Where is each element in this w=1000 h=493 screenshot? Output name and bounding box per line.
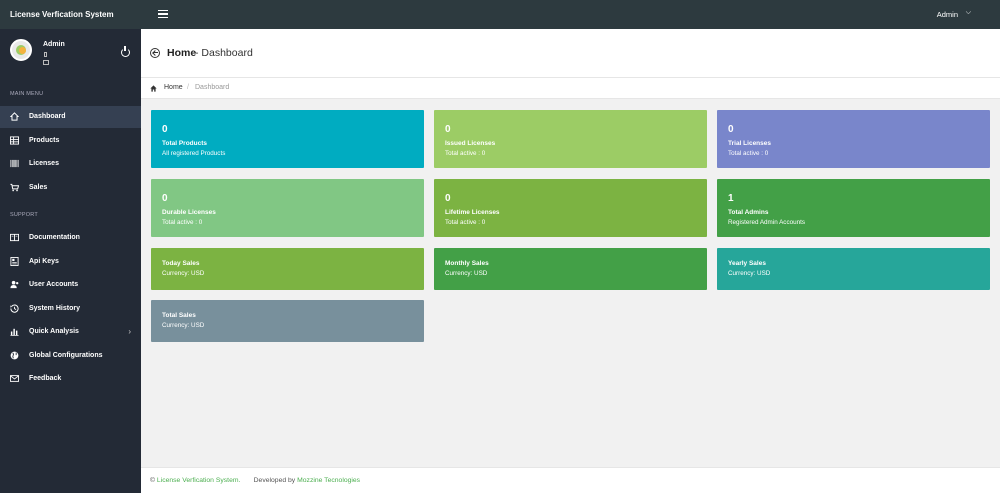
stat-count: 0	[445, 193, 451, 204]
stat-subtext: Total active : 0	[162, 219, 203, 226]
chart-icon	[10, 327, 19, 336]
footer-text: © License Verfication System. Developed …	[150, 477, 360, 484]
stat-count: 0	[162, 124, 168, 135]
menu-toggle-icon[interactable]	[158, 10, 168, 19]
sidebar-item-sales[interactable]: Sales	[0, 177, 141, 199]
app-brand[interactable]: License Verfication System	[10, 10, 114, 19]
chevron-down-icon[interactable]: ⌵	[966, 9, 971, 17]
stat-card-issued-licenses[interactable]: 0 Issued Licenses Total active : 0	[434, 110, 707, 168]
stat-subtext: Total active : 0	[728, 150, 769, 157]
admin-dropdown[interactable]: Admin	[937, 10, 958, 19]
developed-by-label: Developed by	[253, 477, 296, 484]
breadcrumb-separator: /	[187, 84, 189, 91]
sidebar-item-documentation[interactable]: Documentation	[0, 227, 141, 249]
key-card-icon	[10, 256, 19, 266]
globe-icon	[10, 351, 19, 360]
stat-card-lifetime-licenses[interactable]: 0 Lifetime Licenses Total active : 0	[434, 179, 707, 237]
avatar[interactable]	[10, 39, 32, 61]
stat-subtext: Currency: USD	[162, 270, 205, 277]
sidebar-item-quick-analysis[interactable]: Quick Analysis ›	[0, 321, 141, 343]
stat-count: 0	[445, 124, 451, 135]
stat-label: Today Sales	[162, 260, 200, 267]
sidebar-item-label: Quick Analysis	[29, 328, 79, 335]
sidebar-item-dashboard[interactable]: Dashboard	[0, 106, 141, 128]
power-icon[interactable]	[121, 46, 130, 57]
top-navbar: License Verfication System Admin ⌵	[0, 0, 1000, 29]
users-icon	[10, 280, 19, 289]
stat-subtext: Currency: USD	[445, 270, 488, 277]
stat-label: Durable Licenses	[162, 209, 216, 216]
breadcrumb-home-link[interactable]: Home	[164, 84, 183, 91]
stat-count: 1	[728, 193, 734, 204]
back-arrow-icon[interactable]	[150, 48, 160, 58]
profile-name: Admin	[43, 41, 65, 48]
cart-icon	[10, 183, 20, 192]
breadcrumb: Home / Dashboard	[141, 78, 1000, 99]
grid-icon	[10, 135, 19, 145]
sidebar-item-feedback[interactable]: Feedback	[0, 368, 141, 390]
stat-count: 0	[162, 193, 168, 204]
stat-card-today-sales[interactable]: Today Sales Currency: USD	[151, 248, 424, 290]
sidebar-item-products[interactable]: Products	[0, 130, 141, 152]
sidebar-item-api-keys[interactable]: Api Keys	[0, 251, 141, 273]
phone-icon	[44, 52, 47, 57]
stat-subtext: Currency: USD	[162, 322, 205, 329]
mail-icon	[10, 374, 19, 383]
email-icon	[43, 60, 49, 65]
stat-subtext: Currency: USD	[728, 270, 771, 277]
system-link[interactable]: License Verfication System.	[157, 477, 241, 484]
home-icon	[9, 112, 20, 121]
main-menu-label: MAIN MENU	[10, 91, 44, 97]
sidebar-profile: Admin	[0, 29, 141, 81]
stat-card-trial-licenses[interactable]: 0 Trial Licenses Total active : 0	[717, 110, 990, 168]
sidebar-item-label: Dashboard	[29, 113, 66, 120]
home-icon[interactable]	[150, 85, 157, 92]
sidebar-item-label: Products	[29, 136, 60, 144]
copyright-symbol: ©	[150, 477, 156, 484]
stat-subtext: Total active : 0	[445, 150, 486, 157]
sidebar: Admin MAIN MENU Dashboard Products License…	[0, 29, 141, 493]
sidebar-item-label: Documentation	[29, 234, 80, 241]
sidebar-item-label: User Accounts	[29, 281, 79, 288]
stat-label: Trial Licenses	[728, 140, 771, 147]
book-icon	[10, 233, 19, 242]
sidebar-item-licenses[interactable]: Licenses	[0, 153, 141, 175]
history-icon	[10, 304, 19, 313]
stat-label: Total Sales	[162, 312, 196, 319]
stat-card-yearly-sales[interactable]: Yearly Sales Currency: USD	[717, 248, 990, 290]
sidebar-item-label: Licenses	[29, 160, 59, 167]
page-header: Home - Dashboard	[141, 29, 1000, 78]
page-title: Home	[167, 47, 197, 59]
footer: © License Verfication System. Developed …	[141, 467, 1000, 493]
stat-subtext: All registered Products	[162, 150, 226, 157]
stat-label: Total Products	[162, 140, 208, 147]
stat-label: Issued Licenses	[445, 140, 496, 147]
sidebar-item-label: Api Keys	[29, 257, 59, 265]
stat-card-monthly-sales[interactable]: Monthly Sales Currency: USD	[434, 248, 707, 290]
sidebar-item-global-configurations[interactable]: Global Configurations	[0, 345, 141, 367]
sidebar-item-label: Global Configurations	[29, 351, 103, 359]
stat-count: 0	[728, 124, 734, 135]
barcode-icon	[10, 159, 19, 168]
stat-card-total-admins[interactable]: 1 Total Admins Registered Admin Accounts	[717, 179, 990, 237]
sidebar-item-label: Sales	[29, 183, 48, 191]
sidebar-item-label: Feedback	[29, 375, 62, 382]
page-subtitle: - Dashboard	[195, 47, 253, 59]
developer-link[interactable]: Mozzine Tecnologies	[297, 477, 360, 484]
support-label: SUPPORT	[10, 212, 38, 218]
stat-label: Yearly Sales	[728, 260, 766, 267]
sidebar-item-label: System History	[29, 304, 80, 312]
stat-subtext: Registered Admin Accounts	[728, 219, 806, 226]
stat-subtext: Total active : 0	[445, 219, 486, 226]
stat-label: Monthly Sales	[445, 260, 489, 267]
chevron-right-icon: ›	[128, 327, 131, 336]
sidebar-item-user-accounts[interactable]: User Accounts	[0, 274, 141, 296]
stat-card-total-sales[interactable]: Total Sales Currency: USD	[151, 300, 424, 342]
stat-label: Lifetime Licenses	[445, 209, 500, 216]
stat-card-total-products[interactable]: 0 Total Products All registered Products	[151, 110, 424, 168]
sidebar-item-system-history[interactable]: System History	[0, 298, 141, 320]
stat-label: Total Admins	[728, 209, 769, 216]
stat-card-durable-licenses[interactable]: 0 Durable Licenses Total active : 0	[151, 179, 424, 237]
breadcrumb-current: Dashboard	[195, 84, 230, 91]
